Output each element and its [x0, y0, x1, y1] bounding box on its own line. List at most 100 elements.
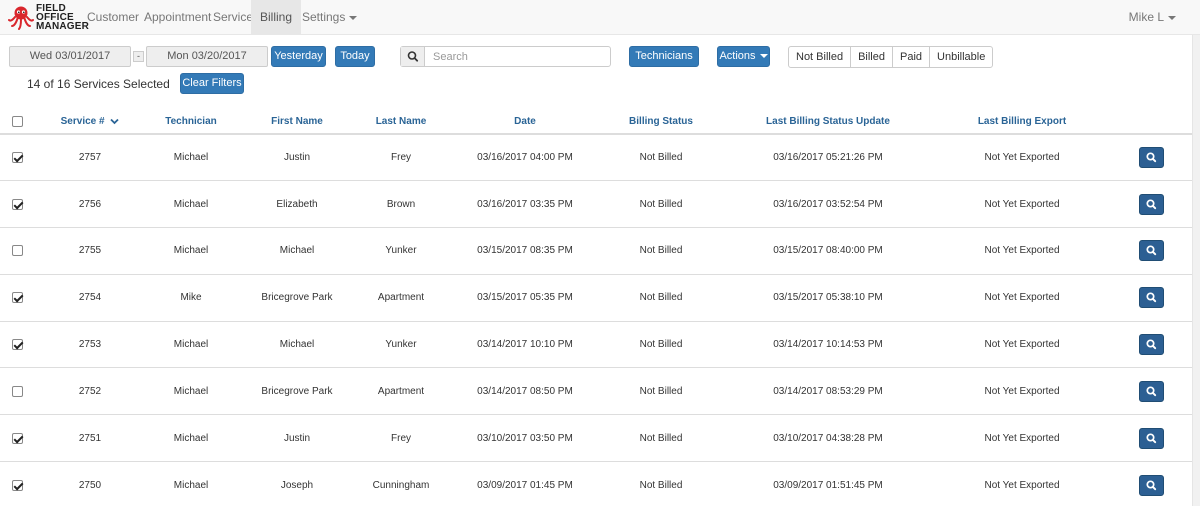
row-select-cell	[0, 367, 40, 415]
view-service-button[interactable]	[1138, 287, 1164, 309]
cell-last-billing-status-update: 03/09/2017 01:51:45 PM	[722, 461, 934, 506]
cell-last-billing-status-update: 03/16/2017 05:21:26 PM	[722, 133, 934, 181]
column-header-technician[interactable]: Technician	[140, 110, 242, 135]
cell-service-number: 2753	[40, 320, 140, 368]
filter-unbillable-button[interactable]: Unbillable	[929, 46, 994, 68]
cell-service-number: 2754	[40, 273, 140, 322]
sort-descending-icon	[110, 118, 119, 125]
row-checkbox[interactable]	[12, 339, 23, 351]
cell-billing-status: Not Billed	[600, 461, 722, 506]
table-row[interactable]: 2754 Mike Bricegrove Park Apartment 03/15/20…	[0, 273, 1192, 322]
cell-first-name: Justin	[242, 414, 352, 462]
cell-technician: Michael	[140, 320, 242, 368]
page-scrollbar[interactable]	[1192, 35, 1200, 506]
cell-row-action	[1110, 273, 1192, 322]
services-table-body: 2757 Michael Justin Frey 03/16/2017 04:00 PM…	[0, 133, 1192, 506]
filter-billed-button[interactable]: Billed	[850, 46, 893, 68]
column-header-last-billing-status-update[interactable]: Last Billing Status Update	[722, 110, 934, 135]
cell-last-billing-export: Not Yet Exported	[934, 414, 1110, 462]
table-row[interactable]: 2753 Michael Michael Yunker 03/14/2017 10:10…	[0, 320, 1192, 368]
cell-billing-status: Not Billed	[600, 367, 722, 415]
cell-billing-status: Not Billed	[600, 273, 722, 322]
cell-date: 03/16/2017 03:35 PM	[450, 180, 600, 228]
cell-row-action	[1110, 133, 1192, 181]
row-select-cell	[0, 461, 40, 506]
table-row[interactable]: 2756 Michael Elizabeth Brown 03/16/2017 03:3…	[0, 180, 1192, 228]
view-service-button[interactable]	[1138, 380, 1164, 402]
table-row[interactable]: 2757 Michael Justin Frey 03/16/2017 04:00 PM…	[0, 133, 1192, 181]
column-header-service[interactable]: Service #	[40, 110, 140, 135]
view-service-button[interactable]	[1138, 193, 1164, 215]
nav-service-label: Service	[213, 10, 254, 24]
filter-paid-button[interactable]: Paid	[891, 46, 931, 68]
cell-billing-status: Not Billed	[600, 180, 722, 228]
table-row[interactable]: 2752 Michael Bricegrove Park Apartment 03/14…	[0, 367, 1192, 415]
table-row[interactable]: 2755 Michael Michael Yunker 03/15/2017 08:35…	[0, 227, 1192, 275]
row-checkbox[interactable]	[12, 292, 23, 304]
view-service-button[interactable]	[1138, 240, 1164, 262]
filter-not-billed-button[interactable]: Not Billed	[788, 46, 852, 68]
column-header-last-billing-export[interactable]: Last Billing Export	[934, 110, 1110, 135]
search-icon	[1145, 292, 1156, 303]
cell-row-action	[1110, 414, 1192, 462]
cell-last-name: Frey	[352, 414, 450, 462]
today-button[interactable]: Today	[335, 46, 375, 67]
column-header-first-name[interactable]: First Name	[242, 110, 352, 135]
row-select-cell	[0, 273, 40, 322]
view-service-button[interactable]	[1138, 474, 1164, 496]
cell-first-name: Elizabeth	[242, 180, 352, 228]
view-service-button[interactable]	[1138, 147, 1164, 169]
table-row[interactable]: 2751 Michael Justin Frey 03/10/2017 03:50 PM…	[0, 414, 1192, 462]
actions-label: Actions	[719, 50, 756, 62]
row-checkbox[interactable]	[12, 198, 23, 210]
actions-dropdown[interactable]: Actions	[717, 46, 770, 67]
end-date-field[interactable]: Mon 03/20/2017	[146, 46, 268, 67]
nav-settings[interactable]: Settings	[293, 0, 366, 35]
caret-down-icon	[1168, 15, 1176, 20]
cell-technician: Michael	[140, 414, 242, 462]
technicians-label: Technicians	[635, 50, 693, 62]
cell-first-name: Joseph	[242, 461, 352, 506]
search-icon	[1145, 386, 1156, 397]
row-checkbox[interactable]	[12, 245, 23, 257]
select-all-cell	[0, 110, 40, 135]
view-service-button[interactable]	[1138, 334, 1164, 356]
column-header-billing-status[interactable]: Billing Status	[600, 110, 722, 135]
search-icon	[1145, 152, 1156, 163]
column-header-date[interactable]: Date	[450, 110, 600, 135]
row-checkbox[interactable]	[12, 152, 23, 164]
cell-billing-status: Not Billed	[600, 414, 722, 462]
cell-last-name: Yunker	[352, 320, 450, 368]
cell-service-number: 2755	[40, 227, 140, 275]
cell-last-billing-status-update: 03/14/2017 08:53:29 PM	[722, 367, 934, 415]
cell-billing-status: Not Billed	[600, 133, 722, 181]
field-office-manager-logo[interactable]: FIELD OFFICE MANAGER	[8, 3, 89, 32]
row-checkbox[interactable]	[12, 432, 23, 444]
cell-service-number: 2750	[40, 461, 140, 506]
clear-filters-button[interactable]: Clear Filters	[180, 73, 244, 94]
cell-date: 03/09/2017 01:45 PM	[450, 461, 600, 506]
view-service-button[interactable]	[1138, 427, 1164, 449]
column-header-last-name[interactable]: Last Name	[352, 110, 450, 135]
select-all-checkbox[interactable]	[12, 115, 23, 127]
search-addon	[401, 47, 425, 66]
row-select-cell	[0, 320, 40, 368]
cell-technician: Mike	[140, 273, 242, 322]
date-range-separator: -	[133, 51, 144, 62]
nav-appointment-label: Appointment	[144, 10, 212, 24]
column-header-actions	[1110, 110, 1192, 135]
selected-services-count: 14 of 16 Services Selected	[27, 77, 170, 91]
row-checkbox[interactable]	[12, 385, 23, 397]
technicians-dropdown[interactable]: Technicians	[629, 46, 699, 78]
cell-last-name: Brown	[352, 180, 450, 228]
user-menu[interactable]: Mike L	[1129, 0, 1176, 35]
billing-status-filter-group: Not Billed Billed Paid Unbillable	[788, 46, 994, 68]
row-checkbox[interactable]	[12, 479, 23, 491]
table-row[interactable]: 2750 Michael Joseph Cunningham 03/09/2017 01…	[0, 461, 1192, 506]
top-navbar: FIELD OFFICE MANAGER Customer Appointmen…	[0, 0, 1200, 35]
cell-service-number: 2756	[40, 180, 140, 228]
start-date-field[interactable]: Wed 03/01/2017	[9, 46, 131, 67]
user-name: Mike L	[1128, 10, 1164, 24]
search-input[interactable]	[426, 47, 610, 66]
yesterday-button[interactable]: Yesterday	[271, 46, 326, 67]
